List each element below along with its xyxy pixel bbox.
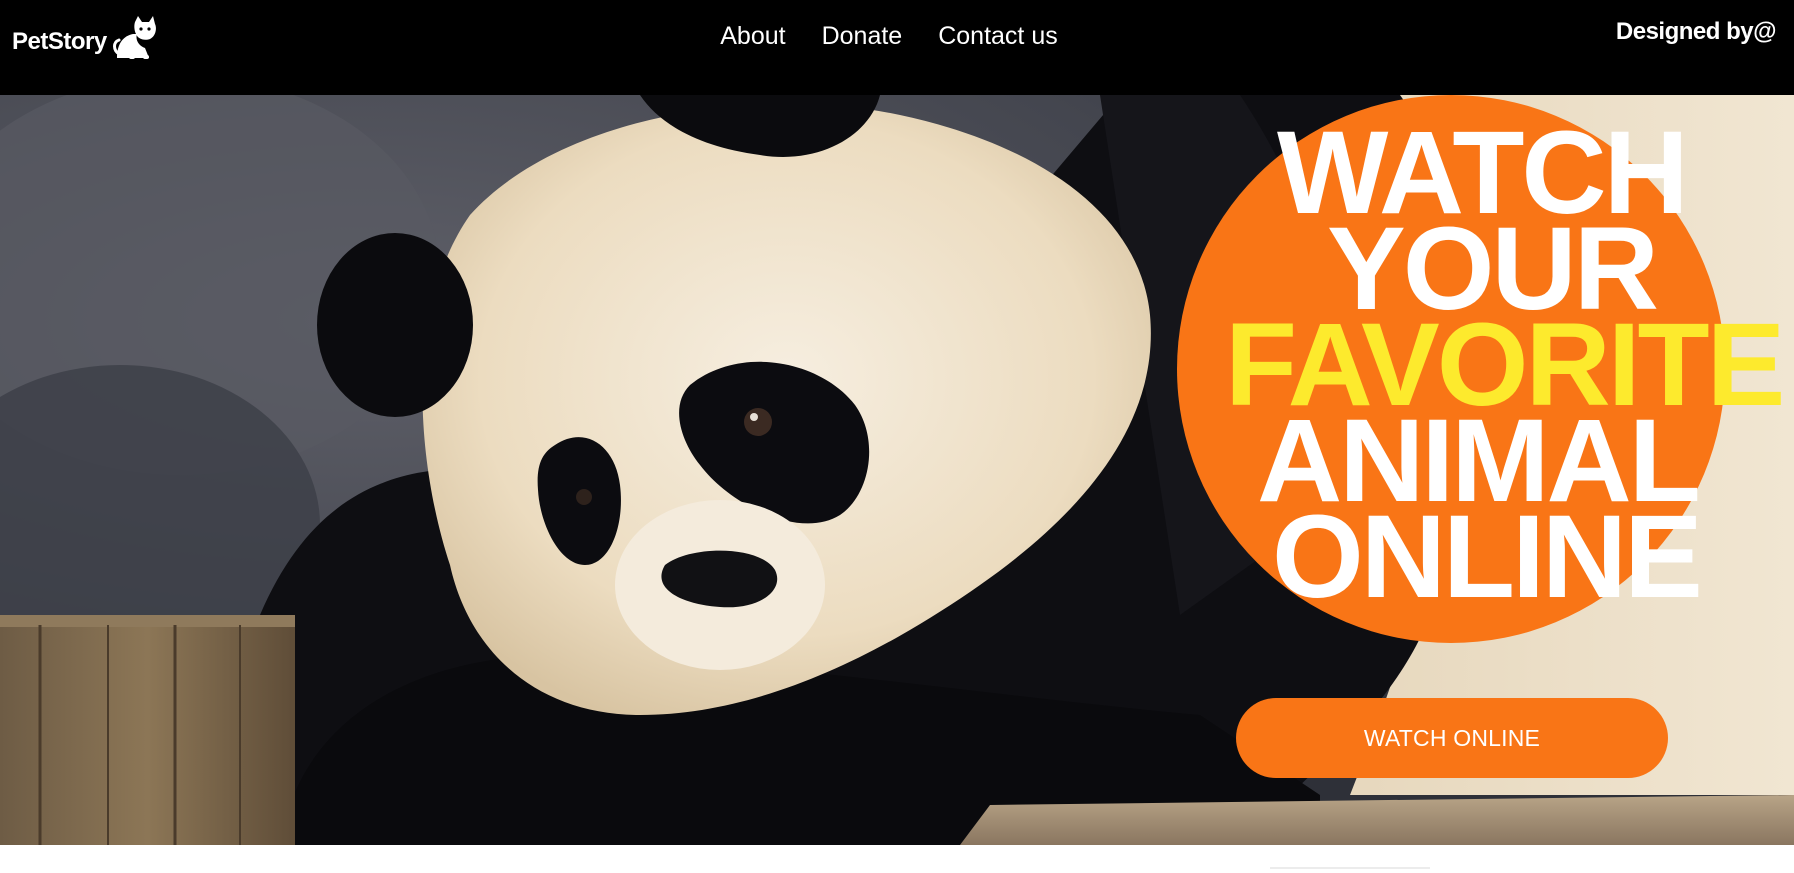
- headline-line-5: ONLINE: [1272, 491, 1703, 623]
- nav-contact[interactable]: Contact us: [938, 22, 1058, 51]
- site-header: PetStory About Donate Contact us Designe…: [0, 0, 1794, 95]
- main-nav: About Donate Contact us: [0, 0, 1794, 72]
- hero-section: WATCH YOUR FAVORITE ANIMAL ONLINE WATCH …: [0, 95, 1794, 845]
- brand-link[interactable]: PetStory: [12, 12, 159, 62]
- divider: [1270, 867, 1430, 869]
- page-below-hero: [0, 845, 1794, 873]
- designer-credit: Designed by@: [1615, 18, 1777, 45]
- nav-about[interactable]: About: [720, 22, 785, 51]
- cat-icon: [112, 16, 156, 59]
- watch-online-button[interactable]: WATCH ONLINE: [1236, 698, 1668, 778]
- hero-headline: WATCH YOUR FAVORITE ANIMAL ONLINE: [1177, 114, 1794, 623]
- brand-name: PetStory: [12, 28, 107, 55]
- nav-donate[interactable]: Donate: [822, 22, 903, 51]
